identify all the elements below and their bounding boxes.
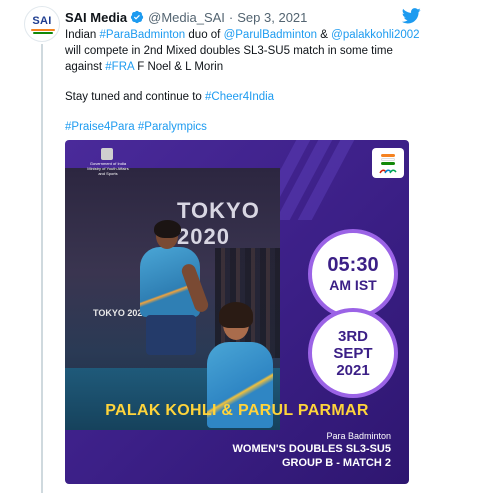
avatar-text: SAI	[32, 15, 52, 27]
hashtag-link[interactable]: #Cheer4India	[205, 91, 274, 103]
author-name[interactable]: SAI Media	[65, 10, 127, 25]
hashtag-link[interactable]: #FRA	[105, 61, 134, 73]
tweet-text-segment: duo of	[185, 29, 224, 41]
twitter-bird-icon[interactable]	[402, 8, 421, 24]
hashtag-link[interactable]: #ParaBadminton	[100, 29, 186, 41]
national-emblem-icon	[101, 148, 113, 160]
sport-label: Para Badminton	[326, 431, 391, 441]
match-time-badge: 05:30 AM IST	[308, 229, 398, 319]
athletes-photo: TOKYO 2020 TOKYO 2020	[65, 168, 280, 430]
tweet-text-segment: F Noel & L Morin	[134, 61, 224, 73]
tweet-text-segment: Stay tuned and continue to	[65, 91, 206, 103]
tweet-text-segment: &	[317, 29, 332, 41]
tweet-line-1: Indian #ParaBadminton duo of @ParulBadmi…	[65, 27, 425, 43]
tweet-text-segment: Indian	[65, 29, 100, 41]
date-month: SEPT	[333, 344, 373, 362]
player-names: PALAK KOHLI & PARUL PARMAR	[105, 402, 369, 419]
tweet-date[interactable]: Sep 3, 2021	[237, 10, 307, 25]
hashtag-link[interactable]: #Paralympics	[138, 121, 207, 133]
date-day: 3RD	[337, 327, 368, 345]
event-group: GROUP B - MATCH 2	[282, 457, 391, 469]
tweet-text: Indian #ParaBadminton duo of @ParulBadmi…	[65, 27, 425, 135]
gov-line-2: Ministry of Youth Affairs and Sports	[87, 166, 129, 176]
tweet-header: SAI Media @Media_SAI · Sep 3, 2021	[65, 9, 307, 25]
hashtag-link[interactable]: #Praise4Para	[65, 121, 135, 133]
match-timezone: AM IST	[329, 277, 377, 293]
agitos-icon	[379, 169, 397, 174]
match-date-badge: 3RD SEPT 2021	[308, 308, 398, 398]
event-title: WOMEN'S DOUBLES SL3-SU5	[232, 443, 391, 455]
tweet-line-5: #Praise4Para #Paralympics	[65, 119, 425, 135]
tweet-line-4: Stay tuned and continue to #Cheer4India	[65, 89, 425, 105]
tweet-text-segment: against	[65, 61, 106, 73]
thread-line	[41, 44, 43, 493]
mention-link[interactable]: @palakkohli2002	[331, 29, 419, 41]
separator-dot: ·	[228, 9, 234, 25]
tweet-line-3: against #FRA F Noel & L Morin	[65, 59, 425, 75]
avatar-stripe-green	[33, 32, 53, 34]
match-time: 05:30	[327, 254, 379, 276]
tweet[interactable]: SAI SAI Media @Media_SAI · Sep 3, 2021 I…	[0, 0, 483, 493]
author-handle[interactable]: @Media_SAI	[148, 10, 225, 25]
paralympic-committee-logo	[372, 148, 404, 178]
avatar-stripe-saffron	[31, 29, 55, 31]
mention-link[interactable]: @ParulBadminton	[224, 29, 318, 41]
government-logo: Government of India Ministry of Youth Af…	[87, 148, 129, 176]
tweet-media-card[interactable]: TOKYO 2020 TOKYO 2020 Government of Indi…	[65, 140, 409, 484]
athlete-figure	[140, 220, 211, 398]
avatar[interactable]: SAI	[24, 6, 60, 42]
date-year: 2021	[336, 361, 370, 379]
tweet-line-2: will compete in 2nd Mixed doubles SL3-SU…	[65, 45, 393, 57]
verified-badge-icon	[131, 10, 144, 24]
